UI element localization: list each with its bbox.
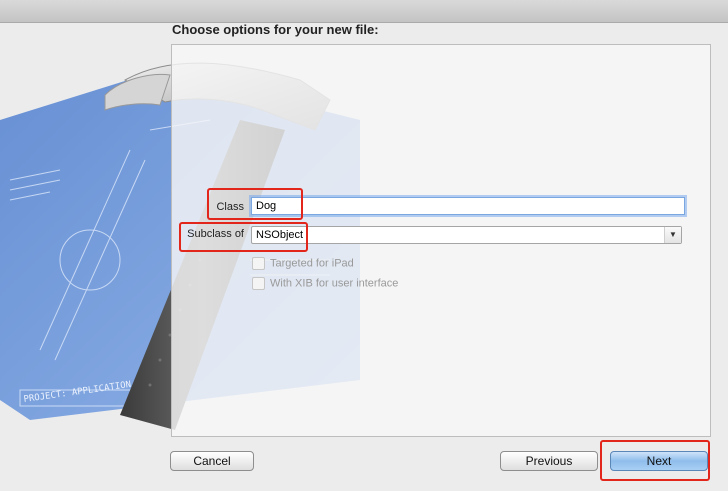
xib-checkbox[interactable]: [252, 277, 265, 290]
class-highlight-box: [207, 188, 303, 220]
subclass-highlight-box: [179, 222, 308, 252]
new-file-sheet: PROJECT: APPLICATION.APP Choose options …: [0, 0, 728, 491]
xib-option[interactable]: With XIB for user interface: [252, 277, 398, 290]
cancel-button[interactable]: Cancel: [170, 451, 254, 471]
targeted-ipad-checkbox[interactable]: [252, 257, 265, 270]
targeted-ipad-label: Targeted for iPad: [270, 257, 354, 270]
window-titlebar: [0, 0, 728, 23]
sheet-title: Choose options for your new file:: [172, 22, 379, 37]
class-name-field[interactable]: [251, 197, 685, 215]
targeted-ipad-option[interactable]: Targeted for iPad: [252, 257, 354, 270]
chevron-down-icon: ▼: [664, 227, 681, 243]
xib-label: With XIB for user interface: [270, 277, 399, 290]
previous-button[interactable]: Previous: [500, 451, 598, 471]
subclass-popup[interactable]: NSObject ▼: [251, 226, 682, 244]
next-highlight-box: [600, 440, 710, 481]
